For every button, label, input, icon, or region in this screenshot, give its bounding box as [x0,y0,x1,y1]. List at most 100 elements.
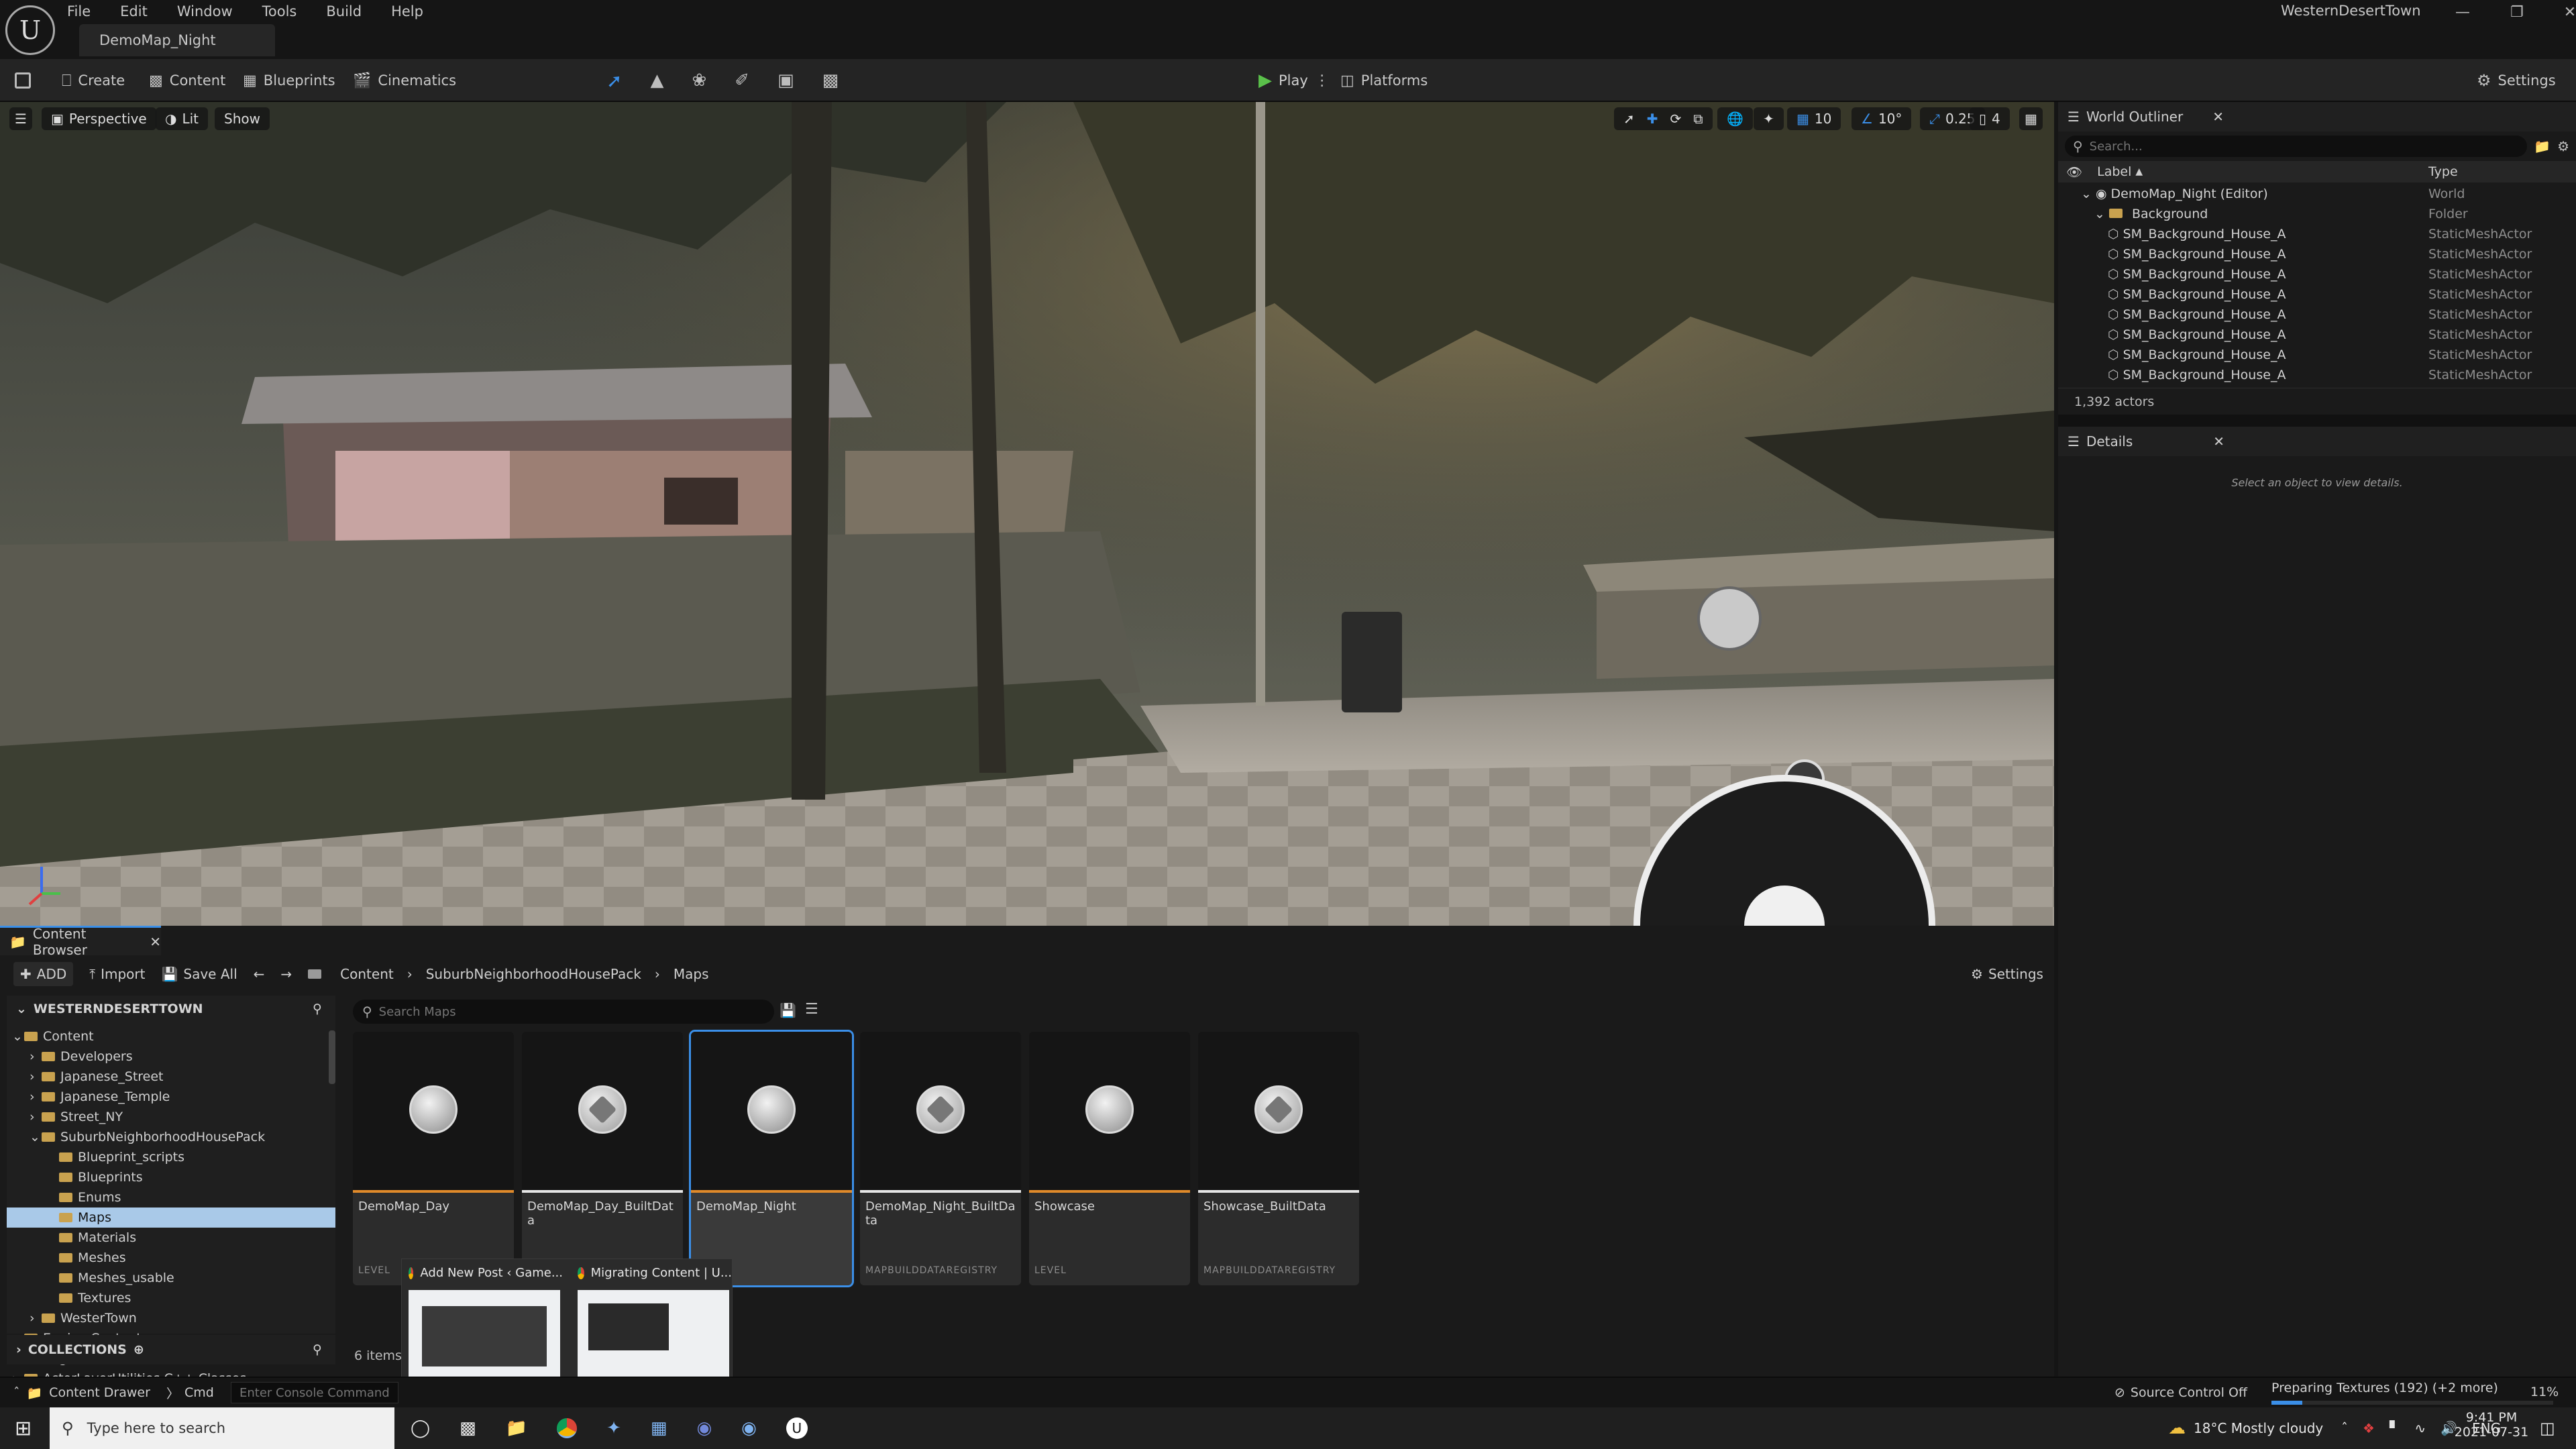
search-icon[interactable]: ⚲ [313,1002,322,1016]
play-options-icon[interactable]: ⋮ [1315,72,1330,89]
menu-edit[interactable]: Edit [120,3,148,19]
rotate-tool-icon[interactable]: ⟳ [1670,111,1682,127]
details-close-icon[interactable]: ✕ [2213,433,2224,449]
rotation-snap-button[interactable]: ∠ 10° [1851,107,1912,130]
preview-item-2[interactable]: Migrating Content | U... [578,1266,732,1280]
import-button[interactable]: ⤒ Import [89,966,145,982]
select-tool-icon[interactable]: ➚ [1623,111,1635,127]
folder-tree-item[interactable]: Textures [7,1288,335,1308]
outliner-row[interactable]: ⬡ SM_Background_House_A StaticMeshActor [2058,264,2576,284]
folder-tree-item[interactable]: Enums [7,1187,335,1208]
minimize-icon[interactable]: — [2455,4,2470,21]
back-icon[interactable]: ← [254,966,265,982]
folder-tree-item[interactable]: Meshes_usable [7,1268,335,1288]
camera-speed-button[interactable]: ▯ 4 [1970,107,2010,130]
chevron-right-icon[interactable]: › [30,1069,42,1084]
collections-header[interactable]: › COLLECTIONS ⊕ ⚲ [7,1335,335,1364]
asset-tile[interactable]: Showcase LEVEL [1029,1032,1190,1285]
wifi-icon[interactable]: ∿ [2414,1420,2426,1436]
type-column-header[interactable]: Type [2428,164,2458,179]
platforms-button[interactable]: ◫ Platforms [1340,59,1428,102]
add-collection-icon[interactable]: ⊕ [133,1342,144,1357]
lit-button[interactable]: ◑ Lit [156,107,208,130]
folder-tree-item[interactable]: › Japanese_Temple [7,1087,335,1107]
modeling-mode-icon[interactable]: ▣ [777,70,794,91]
level-viewport[interactable] [0,102,2054,926]
visibility-icon[interactable]: 👁 [2066,164,2082,180]
asset-tile[interactable]: DemoMap_Day LEVEL [353,1032,514,1285]
asset-tile[interactable]: DemoMap_Night_BuiltData MAPBUILDDATAREGIS… [860,1032,1021,1285]
folder-tree-item[interactable]: Meshes [7,1248,335,1268]
close-icon[interactable]: ✕ [2564,4,2576,21]
chevron-right-icon[interactable]: › [30,1311,42,1326]
windows-start-icon[interactable]: ⊞ [15,1407,32,1449]
add-folder-icon[interactable]: 📁 [2534,138,2551,154]
outliner-row[interactable]: ⬡ SM_Background_House_A StaticMeshActor [2058,244,2576,264]
network-icon[interactable]: ▘ [2390,1420,2400,1436]
file-explorer-icon[interactable]: 📁 [506,1418,527,1438]
source-control-button[interactable]: ⊘ Source Control Off [2114,1378,2247,1407]
blueprints-button[interactable]: ▦ Blueprints [243,59,335,102]
outliner-search-input[interactable] [2089,139,2465,154]
chrome-taskbar-icon[interactable] [557,1418,578,1438]
cmd-button[interactable]: 〉 Cmd [166,1378,214,1407]
outliner-row[interactable]: ⬡ SM_Background_House_A StaticMeshActor [2058,325,2576,345]
outliner-row[interactable]: ⬡ SM_Background_House_A StaticMeshActor [2058,345,2576,365]
menu-help[interactable]: Help [391,3,423,19]
asset-tile[interactable]: DemoMap_Night [689,1030,854,1287]
content-browser-tab[interactable]: 📁 Content Browser ✕ [0,926,161,958]
select-mode-icon[interactable]: ➚ [606,70,622,92]
menu-window[interactable]: Window [177,3,233,19]
chevron-up-icon[interactable]: ˆ [2341,1420,2348,1436]
asset-search-input[interactable] [378,1004,755,1019]
settings-button[interactable]: ⚙ Settings [2477,59,2556,102]
menu-build[interactable]: Build [326,3,362,19]
restore-icon[interactable]: ❐ [2510,4,2524,21]
save-search-icon[interactable]: 💾 [780,1002,796,1018]
viewport-menu-button[interactable]: ☰ [9,107,32,130]
outliner-row[interactable]: ⬡ SM_Background_House_A StaticMeshActor [2058,224,2576,244]
mesh-paint-icon[interactable]: ✐ [735,70,749,91]
save-button[interactable] [15,59,31,102]
folder-tree-item[interactable]: › WesterTown [7,1308,335,1328]
preview-item-1[interactable]: Add New Post ‹ Game... [409,1266,563,1280]
outliner-search[interactable]: ⚲ [2065,136,2528,157]
content-drawer-button[interactable]: ˆ 📁 Content Drawer [13,1378,150,1407]
weather-widget[interactable]: ☁ 18°C Mostly cloudy [2168,1407,2323,1449]
content-button[interactable]: ▩ Content [149,59,225,102]
discord-icon[interactable]: ◉ [696,1418,712,1438]
chevron-right-icon[interactable]: › [30,1049,42,1064]
outliner-close-icon[interactable]: ✕ [2212,109,2224,125]
document-tab[interactable]: DemoMap_Night [79,24,275,56]
menu-tools[interactable]: Tools [262,3,297,19]
perspective-button[interactable]: ▣ Perspective [42,107,156,130]
folder-tree-item[interactable]: › Street_NY [7,1107,335,1127]
taskbar-search[interactable]: ⚲ Type here to search [50,1407,394,1449]
cinematics-button[interactable]: 🎬 Cinematics [353,59,456,102]
cb-settings-button[interactable]: ⚙ Settings [1971,966,2043,982]
task-view-icon[interactable]: ▩ [460,1418,476,1438]
outliner-row[interactable]: ⬡ SM_Background_House_BStaticMeshActor [2058,385,2576,388]
surface-snap-icon[interactable]: ✦ [1754,107,1784,130]
save-all-button[interactable]: 💾 Save All [161,966,237,982]
unreal-logo-icon[interactable]: U [5,5,55,55]
folder-tree-item[interactable]: Blueprints [7,1167,335,1187]
asset-tile[interactable]: DemoMap_Day_BuiltData [522,1032,683,1285]
foliage-mode-icon[interactable]: ❀ [692,70,706,91]
folder-tree-item[interactable]: Blueprint_scripts [7,1147,335,1167]
outliner-row[interactable]: ⌄ ◉ DemoMap_Night (Editor) World [2058,184,2576,204]
notifications-icon[interactable]: ◫ [2540,1407,2555,1449]
folder-tree-item[interactable]: › Japanese_Street [7,1067,335,1087]
folder-tree-item[interactable]: ⌄ SuburbNeighborhoodHousePack [7,1127,335,1147]
layout-icon[interactable]: ▦ [2019,107,2043,130]
forward-icon[interactable]: → [280,966,292,982]
collections-search-icon[interactable]: ⚲ [313,1342,322,1357]
outliner-row[interactable]: ⬡ SM_Background_House_A StaticMeshActor [2058,365,2576,385]
fracture-mode-icon[interactable]: ▩ [822,70,839,91]
asset-tile[interactable]: Showcase_BuiltData MAPBUILDDATAREGISTRY [1198,1032,1359,1285]
folder-tree-item[interactable]: ⌄ Content [7,1026,335,1046]
add-button[interactable]: ✚ ADD [13,962,74,986]
chevron-right-icon[interactable]: › [30,1110,42,1124]
cortana-icon[interactable]: ◯ [411,1418,430,1438]
show-button[interactable]: Show [215,107,270,130]
